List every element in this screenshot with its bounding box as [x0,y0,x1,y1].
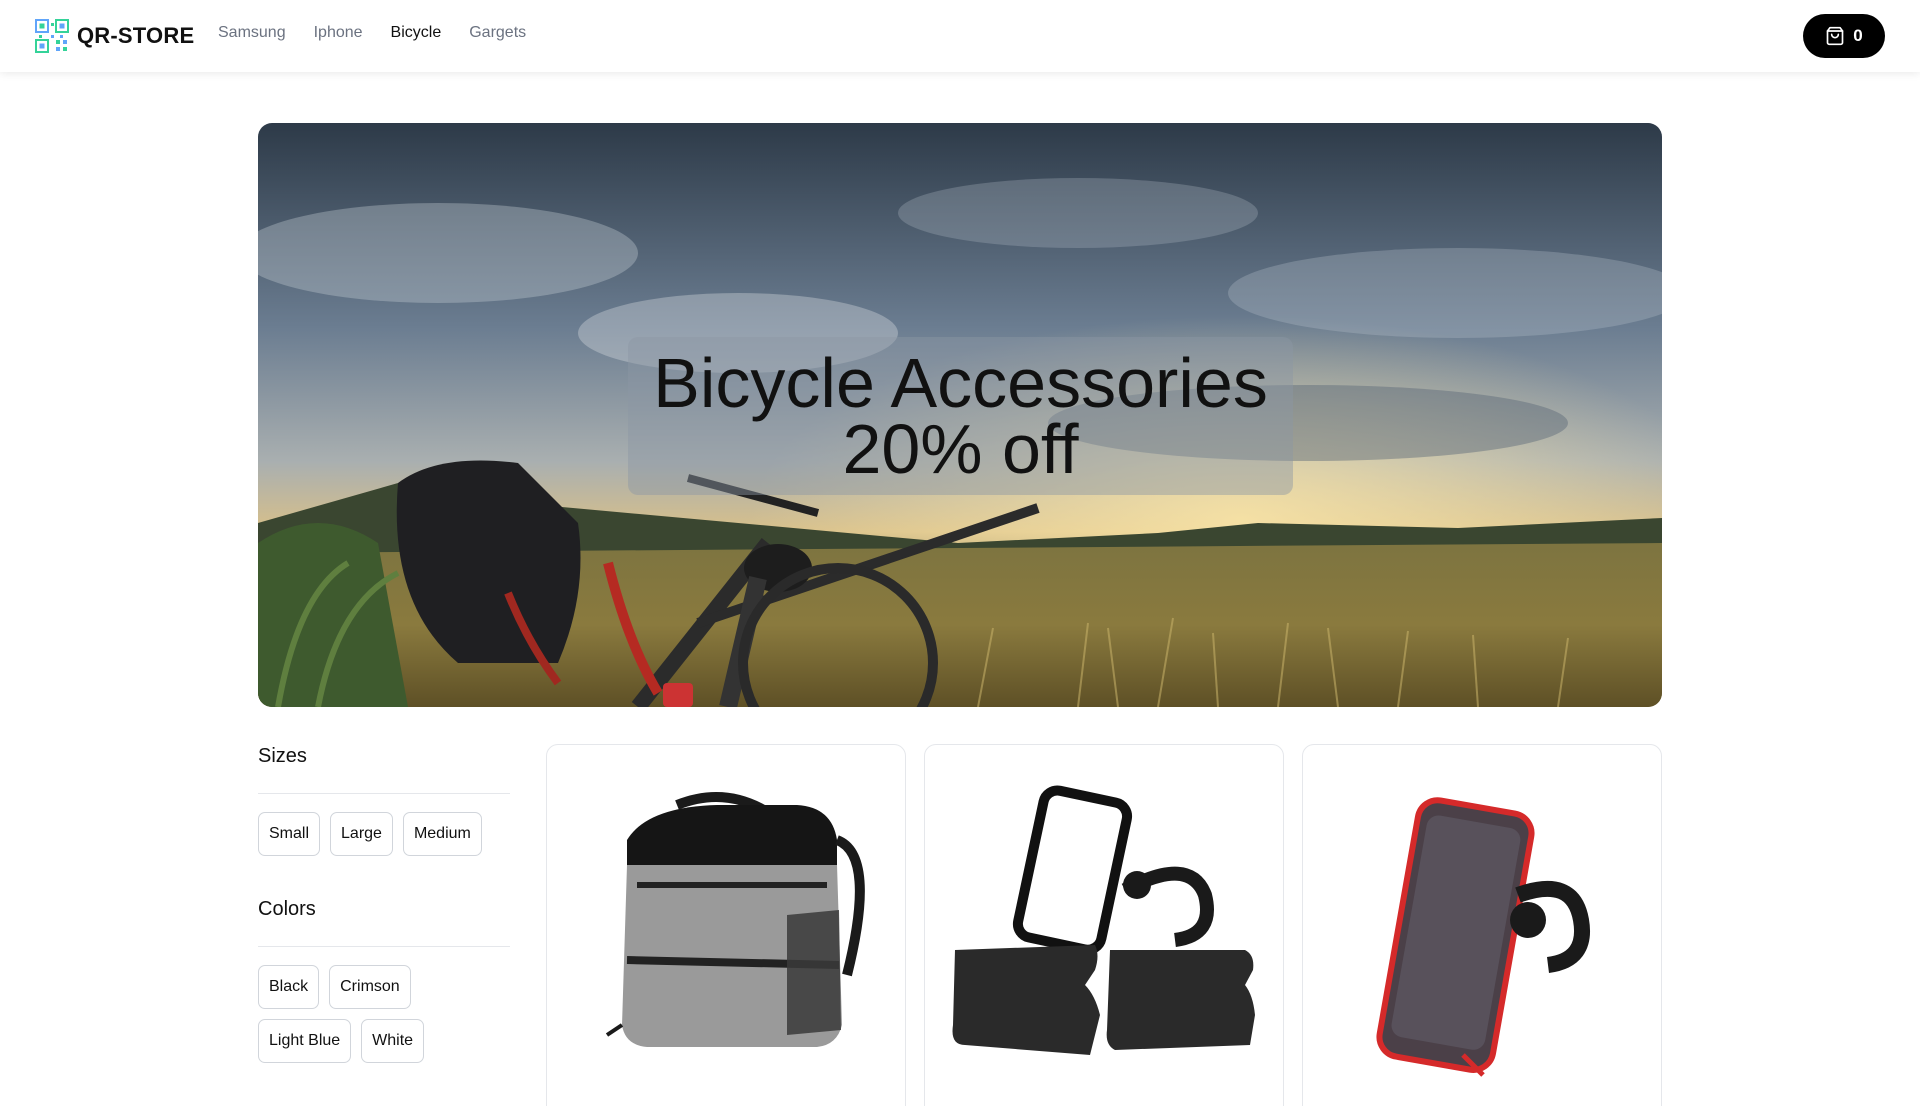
hero-banner: Bicycle Accessories 20% off [258,123,1662,707]
colors-heading: Colors [258,898,316,920]
hero-text-box: Bicycle Accessories 20% off [628,337,1293,495]
filters-sidebar: Sizes Small Large Medium Colors Black Cr… [258,745,510,1063]
divider [258,793,510,794]
nav-link-samsung[interactable]: Samsung [218,24,286,42]
color-option-black[interactable]: Black [258,965,320,1009]
sizes-heading: Sizes [258,745,307,767]
hero-title: Bicycle Accessories [653,344,1268,422]
color-option-crimson[interactable]: Crimson [329,965,411,1009]
hero-subtitle: 20% off [842,410,1079,488]
size-option-medium[interactable]: Medium [402,812,482,856]
colors-filter: Colors Black Crimson Light Blue White [258,898,510,1063]
size-option-small[interactable]: Small [258,812,321,856]
nav-link-gargets[interactable]: Gargets [469,24,526,42]
color-option-light-blue[interactable]: Light Blue [258,1019,352,1063]
product-card[interactable] [1302,744,1662,1106]
sizes-options: Small Large Medium [258,812,510,856]
color-option-white[interactable]: White [361,1019,425,1063]
nav-link-iphone[interactable]: Iphone [314,24,363,42]
qr-code-icon [35,19,69,53]
top-navbar: QR-STORE Samsung Iphone Bicycle Gargets … [0,0,1920,72]
cart-count: 0 [1853,26,1863,45]
phone-mount-product-image [952,785,1255,1055]
category-nav: Samsung Iphone Bicycle Gargets [218,24,526,42]
colors-options: Black Crimson Light Blue White [258,965,510,1063]
product-card[interactable] [546,744,906,1106]
cart-button[interactable]: 0 [1803,14,1885,58]
nav-link-bicycle[interactable]: Bicycle [391,24,442,42]
product-card[interactable] [924,744,1284,1106]
brand-logo[interactable]: QR-STORE [35,19,194,53]
backpack-product-image [605,792,865,1047]
waterproof-phone-case-product-image [1376,797,1590,1077]
divider [258,946,510,947]
sizes-filter: Sizes Small Large Medium [258,745,510,856]
brand-name: QR-STORE [77,23,195,48]
size-option-large[interactable]: Large [330,812,393,856]
shopping-bag-icon [1826,26,1844,46]
